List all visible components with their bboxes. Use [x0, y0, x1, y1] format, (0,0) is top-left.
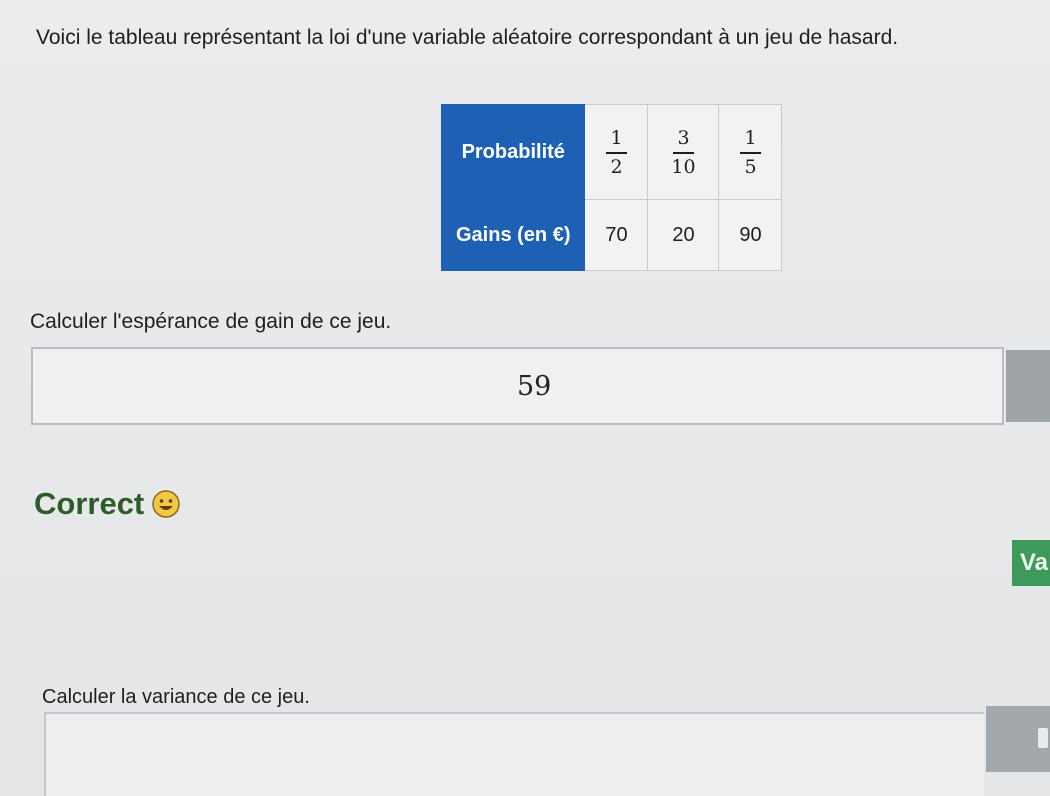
handle-icon: [1038, 728, 1048, 748]
gains-row: Gains (en €) 70 20 90: [440, 199, 783, 271]
smiley-icon: [152, 490, 181, 518]
side-panel-tab[interactable]: [1006, 350, 1050, 422]
probability-cell: 1 5: [718, 104, 783, 200]
fraction-numerator: 3: [673, 129, 694, 154]
feedback-label: Correct: [34, 486, 145, 521]
row-header-gains: Gains (en €): [440, 199, 586, 271]
question-expectation: Calculer l'espérance de gain de ce jeu.: [30, 310, 392, 333]
fraction: 1 5: [740, 129, 761, 178]
fraction-numerator: 1: [740, 129, 761, 154]
answer-field-expectation[interactable]: 59: [31, 347, 1004, 425]
question-variance: Calculer la variance de ce jeu.: [42, 686, 310, 708]
intro-text: Voici le tableau représentant la loi d'u…: [36, 26, 899, 49]
probability-cell: 3 10: [647, 104, 720, 200]
fraction-denominator: 2: [610, 156, 623, 178]
fraction-numerator: 1: [606, 129, 627, 154]
fraction-denominator: 10: [671, 156, 696, 178]
answer-value: 59: [517, 371, 552, 402]
answer-field-variance[interactable]: [44, 712, 984, 796]
fraction: 3 10: [671, 129, 695, 177]
fraction: 1 2: [606, 129, 627, 178]
probability-row: Probabilité 1 2 3 10 1 5: [440, 104, 783, 200]
gain-cell: 90: [718, 199, 783, 271]
row-header-probability: Probabilité: [440, 104, 586, 200]
gain-cell: 20: [647, 199, 720, 271]
next-button[interactable]: Va: [1012, 540, 1050, 586]
gain-cell: 70: [584, 199, 649, 271]
fraction-denominator: 5: [744, 156, 757, 178]
probability-cell: 1 2: [584, 104, 649, 200]
feedback-correct: Correct: [34, 486, 181, 522]
distribution-table: Probabilité 1 2 3 10 1 5 Gains (en €) 70…: [440, 104, 783, 271]
